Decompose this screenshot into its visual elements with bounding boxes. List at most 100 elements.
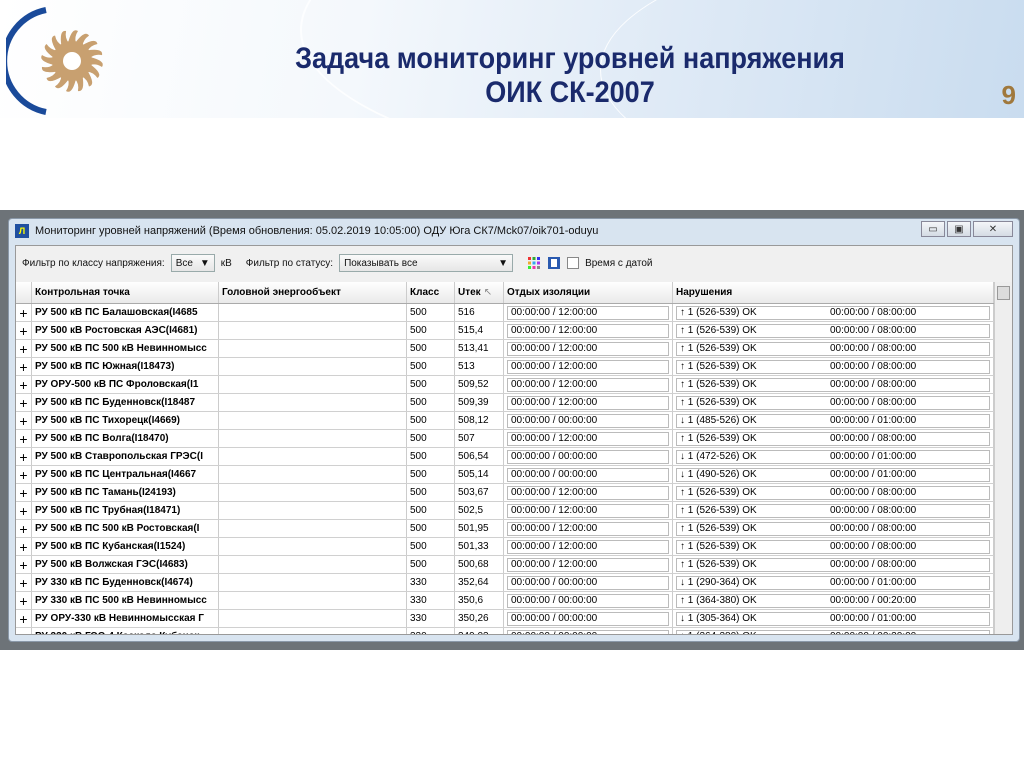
class-cell: 500: [407, 466, 455, 483]
window-title: Мониторинг уровней напряжений (Время обн…: [35, 225, 599, 237]
expand-icon[interactable]: +: [16, 430, 32, 447]
class-cell: 330: [407, 610, 455, 627]
insulation-rest-cell: 00:00:00 / 12:00:00: [507, 521, 669, 536]
expand-icon[interactable]: +: [16, 448, 32, 465]
expand-icon[interactable]: +: [16, 502, 32, 519]
expand-icon[interactable]: +: [16, 574, 32, 591]
head-object-cell: [219, 592, 407, 609]
voltage-cell: 503,67: [455, 484, 504, 501]
table-row[interactable]: + РУ ОРУ-330 кВ Невинномысская Г 330 350,26…: [16, 610, 994, 628]
class-cell: 330: [407, 574, 455, 591]
expand-icon[interactable]: +: [16, 610, 32, 627]
violation-time: 00:00:00 / 08:00:00: [830, 379, 917, 390]
table-row[interactable]: + РУ 500 кВ Ростовская АЭС(I4681) 500 515,4…: [16, 322, 994, 340]
time-with-date-checkbox[interactable]: [567, 257, 580, 269]
class-cell: 330: [407, 628, 455, 634]
column-header-violations[interactable]: Нарушения: [673, 282, 994, 303]
voltage-cell: 516: [455, 304, 504, 321]
violation-time: 00:00:00 / 00:20:00: [830, 595, 917, 606]
table-row[interactable]: + РУ 500 кВ ПС Южная(I18473) 500 513 00:00:0…: [16, 358, 994, 376]
table-row[interactable]: + РУ 500 кВ ПС Волга(I18470) 500 507 00:00:0…: [16, 430, 994, 448]
column-header-voltage[interactable]: Uтек ↖: [455, 282, 504, 303]
insulation-rest-cell: 00:00:00 / 12:00:00: [507, 539, 669, 554]
column-header-control-point[interactable]: Контрольная точка: [32, 282, 219, 303]
expand-icon[interactable]: +: [16, 628, 32, 634]
violation-time: 00:00:00 / 08:00:00: [830, 523, 917, 534]
expand-icon[interactable]: +: [16, 484, 32, 501]
table-row[interactable]: + РУ 500 кВ Ставропольская ГРЭС(I 500 506,5…: [16, 448, 994, 466]
class-cell: 500: [407, 304, 455, 321]
voltage-filter-value: Все: [175, 257, 193, 269]
slide-title-line2: ОИК СК-2007: [485, 76, 655, 109]
expand-icon[interactable]: +: [16, 304, 32, 321]
table-row[interactable]: + РУ 500 кВ Волжская ГЭС(I4683) 500 500,68 0…: [16, 556, 994, 574]
expand-icon[interactable]: +: [16, 358, 32, 375]
monitoring-table: Контрольная точка Головной энергообъект …: [16, 282, 994, 634]
column-header-class[interactable]: Класс: [407, 282, 455, 303]
expand-icon[interactable]: +: [16, 322, 32, 339]
expand-icon[interactable]: +: [16, 376, 32, 393]
expand-icon[interactable]: +: [16, 466, 32, 483]
table-row[interactable]: + РУ 500 кВ ПС Кубанская(I1524) 500 501,33 0…: [16, 538, 994, 556]
head-object-cell: [219, 484, 407, 501]
table-row[interactable]: +РУ 330 кВ ГЭС-4 Каскада Кубанск 330349,0…: [16, 628, 994, 634]
time-with-date-label: Время с датой: [585, 257, 653, 269]
violation-status: ↓ 1 (472-526) OK: [680, 451, 757, 462]
head-object-cell: [219, 412, 407, 429]
control-point-cell: РУ 500 кВ ПС Центральная(I4667: [32, 466, 219, 483]
table-row[interactable]: + РУ 500 кВ ПС Тихорецк(I4669) 500 508,12 00…: [16, 412, 994, 430]
head-object-cell: [219, 376, 407, 393]
table-row[interactable]: + РУ 500 кВ ПС 500 кВ Ростовская(I 500 501,…: [16, 520, 994, 538]
column-header-head-object[interactable]: Головной энергообъект: [219, 282, 407, 303]
table-row[interactable]: + РУ 500 кВ ПС 500 кВ Невинномысс 500 513,4…: [16, 340, 994, 358]
class-cell: 500: [407, 538, 455, 555]
violation-time: 00:00:00 / 08:00:00: [830, 361, 917, 372]
column-header-voltage-label: Uтек: [458, 287, 481, 298]
table-row[interactable]: + РУ 500 кВ ПС Центральная(I4667 500 505,14…: [16, 466, 994, 484]
voltage-cell: 513: [455, 358, 504, 375]
expand-icon[interactable]: +: [16, 412, 32, 429]
table-row[interactable]: + РУ 330 кВ ПС 500 кВ Невинномысс 330 350,6…: [16, 592, 994, 610]
expand-icon[interactable]: +: [16, 340, 32, 357]
column-header-insulation-rest[interactable]: Отдых изоляции: [504, 282, 673, 303]
head-object-cell: [219, 322, 407, 339]
grid-colors-icon[interactable]: [527, 256, 541, 270]
chevron-down-icon: ▼: [498, 257, 509, 269]
table-row[interactable]: + РУ 330 кВ ПС Буденновск(I4674) 330 352,64…: [16, 574, 994, 592]
status-filter-select[interactable]: Показывать все ▼: [339, 254, 514, 272]
expand-icon[interactable]: +: [16, 520, 32, 537]
expand-icon[interactable]: +: [16, 538, 32, 555]
expand-icon[interactable]: +: [16, 592, 32, 609]
monitoring-window: Л Мониторинг уровней напряжений (Время о…: [8, 218, 1020, 642]
table-row[interactable]: + РУ 500 кВ ПС Трубная(I18471) 500 502,5 00:…: [16, 502, 994, 520]
minimize-button[interactable]: ▭: [921, 221, 945, 237]
violation-time: 00:00:00 / 08:00:00: [830, 325, 917, 336]
voltage-filter-label: Фильтр по классу напряжения:: [22, 257, 165, 269]
voltage-filter-select[interactable]: Все ▼: [170, 254, 215, 272]
insulation-rest-cell: 00:00:00 / 12:00:00: [507, 485, 669, 500]
expand-icon[interactable]: +: [16, 394, 32, 411]
table-row[interactable]: + РУ 500 кВ ПС Тамань(I24193) 500 503,67 00:…: [16, 484, 994, 502]
vertical-scrollbar[interactable]: [994, 282, 1012, 634]
violation-status: ↑ 1 (526-539) OK: [680, 505, 757, 516]
table-row[interactable]: + РУ ОРУ-500 кВ ПС Фроловская(I1 500 509,52…: [16, 376, 994, 394]
close-button[interactable]: ✕: [973, 221, 1013, 237]
maximize-button[interactable]: ▣: [947, 221, 971, 237]
export-icon[interactable]: [547, 256, 561, 270]
control-point-cell: РУ 500 кВ Волжская ГЭС(I4683): [32, 556, 219, 573]
violation-time: 00:00:00 / 08:00:00: [830, 307, 917, 318]
violation-status: ↓ 1 (490-526) OK: [680, 469, 757, 480]
violation-status: ↑ 1 (526-539) OK: [680, 307, 757, 318]
expand-icon[interactable]: +: [16, 556, 32, 573]
head-object-cell: [219, 304, 407, 321]
table-row[interactable]: + РУ 500 кВ ПС Балашовская(I4685 500 516 00:…: [16, 304, 994, 322]
title-bar[interactable]: Л Мониторинг уровней напряжений (Время о…: [9, 219, 1019, 243]
violation-status: ↑ 1 (526-539) OK: [680, 559, 757, 570]
scrollbar-thumb[interactable]: [997, 286, 1010, 300]
table-row[interactable]: + РУ 500 кВ ПС Буденновск(I18487 500 509,39…: [16, 394, 994, 412]
voltage-cell: 350,6: [455, 592, 504, 609]
violation-status: ↑ 1 (526-539) OK: [680, 487, 757, 498]
class-cell: 500: [407, 340, 455, 357]
violation-time: 00:00:00 / 01:00:00: [830, 451, 917, 462]
violation-status: ↑ 1 (364-380) OK: [680, 595, 757, 606]
